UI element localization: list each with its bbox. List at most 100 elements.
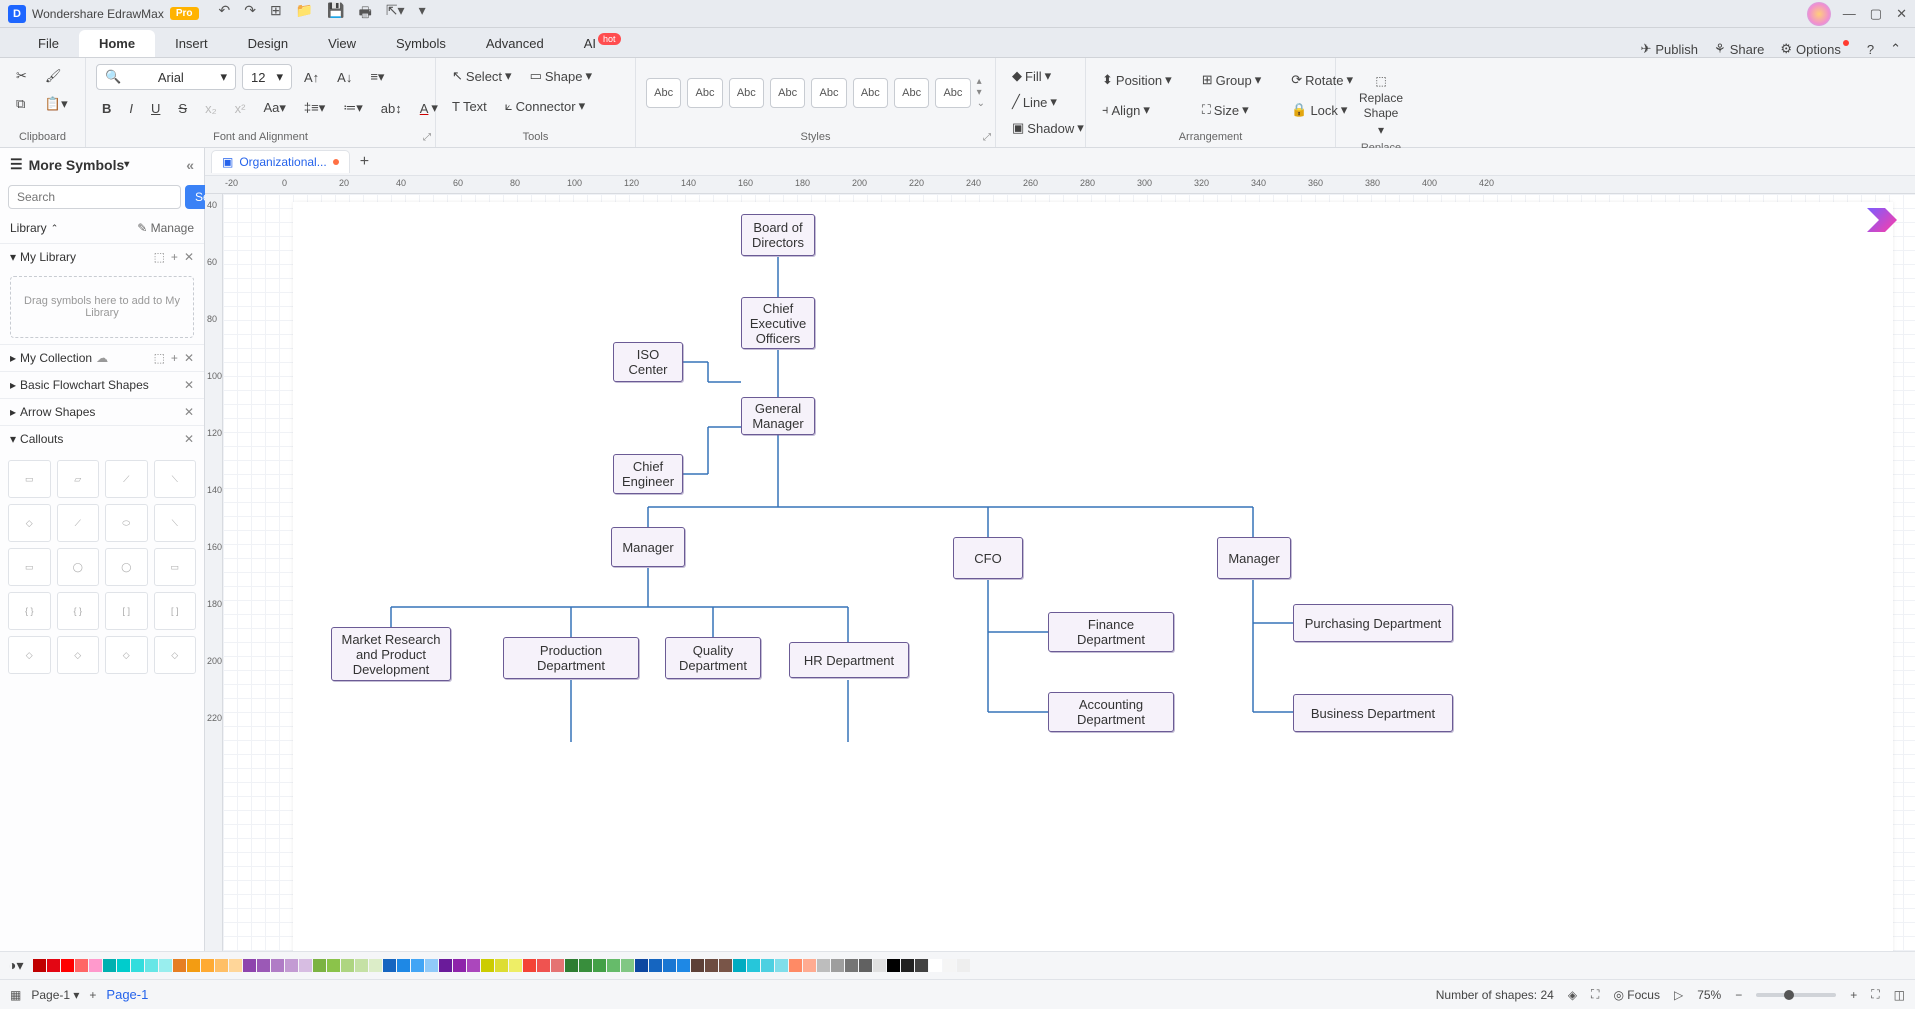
section-mylibrary[interactable]: ▾ My Library ⬚ + ✕ [0,243,204,270]
tab-view[interactable]: View [308,30,376,57]
section-mycollection[interactable]: ▸ My Collection ☁ ⬚ + ✕ [0,344,204,371]
zoom-slider[interactable] [1756,993,1836,997]
color-swatch[interactable] [229,959,242,972]
strike-icon[interactable]: S [172,97,193,120]
org-box-cfo[interactable]: CFO [953,537,1023,579]
add2-icon[interactable]: + [171,351,178,365]
color-swatch[interactable] [649,959,662,972]
user-avatar[interactable] [1807,2,1831,26]
text-direction-icon[interactable]: ab↕ [375,97,408,120]
shape-thumb[interactable]: ◇ [154,636,197,674]
close-icon[interactable]: ✕ [1896,6,1907,22]
color-swatch[interactable] [593,959,606,972]
color-swatch[interactable] [719,959,732,972]
style-preset-3[interactable]: Abc [729,78,764,108]
shadow-button[interactable]: ▣ Shadow ▾ [1006,116,1075,140]
color-swatch[interactable] [215,959,228,972]
shape-thumb[interactable]: ⬭ [105,504,148,542]
open-icon[interactable]: 📁 [296,2,313,26]
color-swatch[interactable] [915,959,928,972]
shape-thumb[interactable]: ▭ [154,548,197,586]
color-swatch[interactable] [537,959,550,972]
tab-home[interactable]: Home [79,30,155,57]
color-swatch[interactable] [775,959,788,972]
shape-thumb[interactable]: ◯ [105,548,148,586]
canvas[interactable]: Board of Directors Chief Executive Offic… [223,194,1915,951]
line-spacing-icon[interactable]: ‡≡▾ [298,96,331,120]
add-tab-button[interactable]: + [350,151,379,173]
color-swatch[interactable] [159,959,172,972]
style-preset-7[interactable]: Abc [894,78,929,108]
shape-thumb[interactable]: ▭ [8,548,51,586]
close-section-icon[interactable]: ✕ [184,250,194,264]
org-box-business[interactable]: Business Department [1293,694,1453,732]
fullscreen-icon[interactable]: ⛶ [1871,987,1879,1002]
tab-file[interactable]: File [18,30,79,57]
collapse-ribbon-icon[interactable]: ⌃ [1890,41,1901,57]
style-preset-5[interactable]: Abc [811,78,846,108]
color-swatch[interactable] [565,959,578,972]
page-selector[interactable]: Page-1 ▾ [31,988,79,1002]
format-painter-icon[interactable]: 🖌 [39,64,74,88]
shape-thumb[interactable]: ◇ [8,504,51,542]
color-swatch[interactable] [61,959,74,972]
document-tab[interactable]: ▣ Organizational... [211,150,350,173]
color-swatch[interactable] [635,959,648,972]
style-preset-6[interactable]: Abc [853,78,888,108]
close-section4-icon[interactable]: ✕ [184,405,194,419]
color-swatch[interactable] [873,959,886,972]
color-swatch[interactable] [523,959,536,972]
help-icon[interactable]: ? [1867,42,1874,57]
color-swatch[interactable] [327,959,340,972]
color-swatch[interactable] [89,959,102,972]
connector-tool[interactable]: ⟀ Connector ▾ [499,94,591,118]
styles-up-icon[interactable]: ▴ [977,76,985,87]
zoom-out-icon[interactable]: − [1735,988,1742,1002]
tab-design[interactable]: Design [228,30,308,57]
font-family-select[interactable]: 🔍 Arial ▾ [96,64,236,90]
case-icon[interactable]: Aa▾ [257,96,291,120]
color-swatch[interactable] [47,959,60,972]
print-icon[interactable]: 🖶 [359,2,372,26]
styles-more-icon[interactable]: ⌄ [977,98,985,109]
color-swatch[interactable] [509,959,522,972]
color-swatch[interactable] [103,959,116,972]
options-button[interactable]: ⚙ Options [1780,41,1850,57]
fill-bucket-icon[interactable]: ◑▾ [8,957,26,974]
org-box-market[interactable]: Market Research and Product Development [331,627,451,681]
color-swatch[interactable] [929,959,942,972]
color-swatch[interactable] [705,959,718,972]
line-button[interactable]: ╱ Line ▾ [1006,90,1075,114]
size-button[interactable]: ⛶ Size ▾ [1196,98,1268,122]
shape-thumb[interactable]: ▱ [57,460,100,498]
shape-thumb[interactable]: ◇ [57,636,100,674]
color-swatch[interactable] [621,959,634,972]
import-icon[interactable]: ⬚ [154,250,165,264]
decrease-font-icon[interactable]: A↓ [331,66,358,89]
shape-thumb[interactable]: { } [8,592,51,630]
undo-icon[interactable]: ↶ [219,2,231,26]
color-swatch[interactable] [383,959,396,972]
color-swatch[interactable] [859,959,872,972]
color-swatch[interactable] [285,959,298,972]
style-preset-2[interactable]: Abc [687,78,722,108]
color-swatch[interactable] [425,959,438,972]
style-preset-8[interactable]: Abc [935,78,970,108]
color-swatch[interactable] [887,959,900,972]
tab-symbols[interactable]: Symbols [376,30,466,57]
add-page-button[interactable]: + [89,988,96,1002]
position-button[interactable]: ⬍ Position ▾ [1096,68,1178,92]
symbol-search-input[interactable] [8,185,181,209]
align-button[interactable]: ⫞ Align ▾ [1096,98,1178,122]
export-icon[interactable]: ⇱▾ [386,2,405,26]
color-swatch[interactable] [817,959,830,972]
tab-advanced[interactable]: Advanced [466,30,564,57]
color-swatch[interactable] [901,959,914,972]
org-box-finance[interactable]: Finance Department [1048,612,1174,652]
color-swatch[interactable] [677,959,690,972]
text-tool[interactable]: T Text [446,95,493,118]
color-swatch[interactable] [201,959,214,972]
color-swatch[interactable] [173,959,186,972]
styles-expand-icon[interactable]: ⤢ [983,132,991,143]
color-swatch[interactable] [355,959,368,972]
